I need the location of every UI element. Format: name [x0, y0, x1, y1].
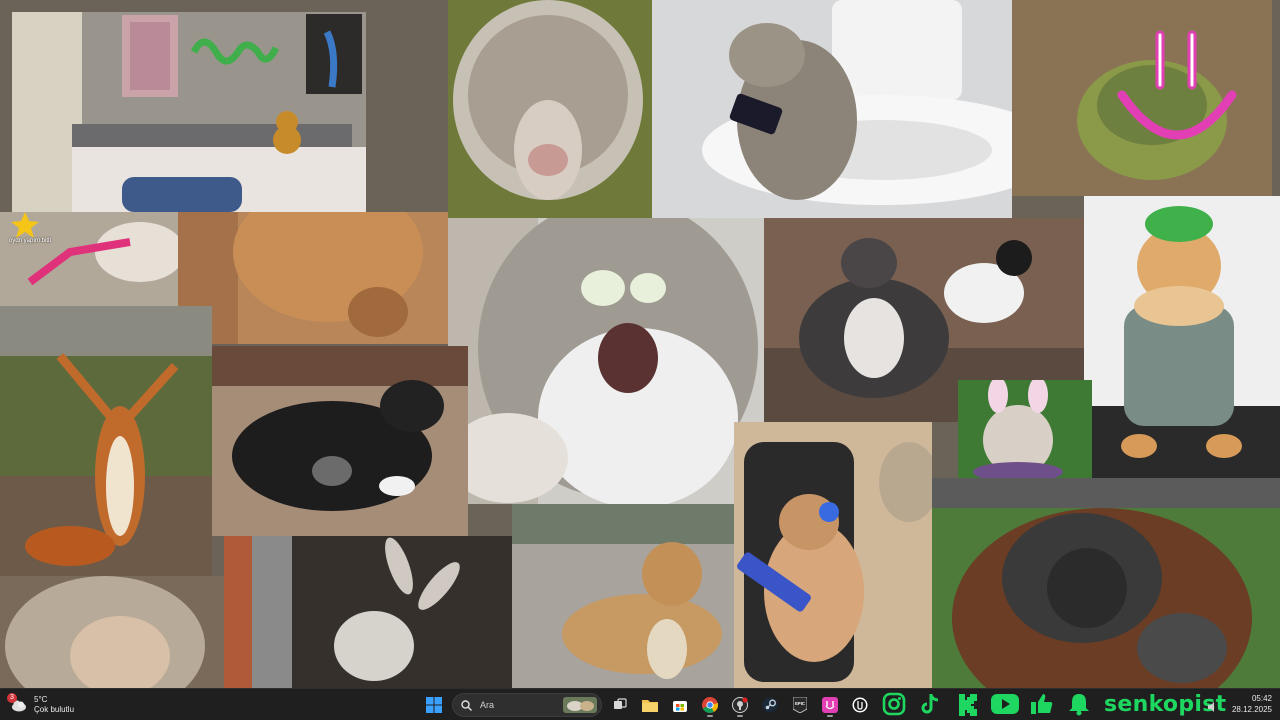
- photo-frog-smiley: [1012, 0, 1272, 196]
- cloud-icon: 3: [7, 693, 28, 714]
- weather-widget[interactable]: 3 5°C Çok bulutlu: [7, 692, 75, 718]
- search-highlight-thumbnail: [563, 697, 597, 713]
- bell-icon: [1065, 690, 1093, 718]
- desktop-wallpaper-collage: oydn yapım bitti: [0, 0, 1280, 688]
- clock-date: 28.12.2025: [1231, 705, 1272, 714]
- start-button[interactable]: [422, 693, 446, 717]
- steam-button[interactable]: [758, 693, 782, 717]
- running-indicator: [737, 715, 743, 717]
- windows-logo-icon: [426, 697, 442, 713]
- search-box[interactable]: Ara: [452, 693, 602, 717]
- volume-icon[interactable]: [1208, 699, 1218, 712]
- store-icon: [673, 701, 687, 712]
- tiktok-icon: [917, 690, 945, 718]
- pink-app-button[interactable]: [818, 693, 842, 717]
- file-explorer-button[interactable]: [638, 693, 662, 717]
- photo-bedroom-senko: [12, 12, 366, 212]
- photo-gaming-cat: [734, 422, 932, 688]
- epic-games-button[interactable]: EPIC: [788, 693, 812, 717]
- task-view-button[interactable]: [608, 693, 632, 717]
- clock-time: 05:42: [1251, 694, 1272, 703]
- photo-squirrel: [0, 306, 212, 576]
- photo-donkey: [224, 536, 514, 688]
- photo-cat-on-toilet: [652, 0, 1012, 218]
- taskbar: 3 5°C Çok bulutlu Ara EPIC senkopist 05:…: [0, 688, 1280, 720]
- store-button[interactable]: [668, 693, 692, 717]
- instagram-icon: [880, 690, 908, 718]
- task-view-icon: [614, 698, 627, 709]
- weather-temperature: 5°C: [34, 695, 48, 704]
- photo-orangutan: [932, 478, 1280, 688]
- running-indicator: [707, 715, 713, 717]
- photo-bulldog-bunny-ears: [958, 380, 1092, 478]
- sticker-caption: oydn yapım bitti: [8, 238, 52, 244]
- weather-condition: Çok bulutlu: [34, 705, 75, 714]
- photo-fluffy-dog: [178, 212, 448, 344]
- steam-icon: [762, 697, 778, 713]
- search-icon: [461, 699, 472, 711]
- system-clock[interactable]: 05:42 28.12.2025: [1228, 693, 1272, 715]
- photo-cat-green-hat: [1084, 196, 1280, 478]
- photo-sticker-pink: oydn yapım bitti: [0, 212, 178, 306]
- thumbs-up-icon: [1028, 690, 1056, 718]
- photo-dog-with-bread: [512, 504, 734, 688]
- weather-badge: 3: [7, 693, 17, 703]
- photo-fluffy-sheep: [448, 0, 652, 218]
- chrome-button[interactable]: [698, 693, 722, 717]
- folder-icon: [642, 700, 658, 712]
- chrome-icon: [702, 697, 718, 713]
- youtube-icon: [991, 690, 1019, 718]
- svg-text:EPIC: EPIC: [795, 701, 805, 706]
- taskbar-center: Ara EPIC: [422, 693, 872, 717]
- github-button[interactable]: [728, 693, 752, 717]
- pink-app-icon: [822, 697, 838, 713]
- running-indicator: [827, 715, 833, 717]
- photo-black-dog-controller: [212, 346, 468, 536]
- unreal-button[interactable]: [848, 693, 872, 717]
- photo-monkey: [0, 576, 224, 688]
- epic-games-icon: EPIC: [793, 697, 807, 713]
- kick-icon: [954, 690, 982, 718]
- social-overlay: senkopist: [880, 689, 1226, 719]
- search-placeholder: Ara: [480, 700, 495, 710]
- github-icon: [732, 697, 748, 713]
- photo-shocked-cat: [448, 218, 764, 504]
- unreal-icon: [852, 697, 868, 713]
